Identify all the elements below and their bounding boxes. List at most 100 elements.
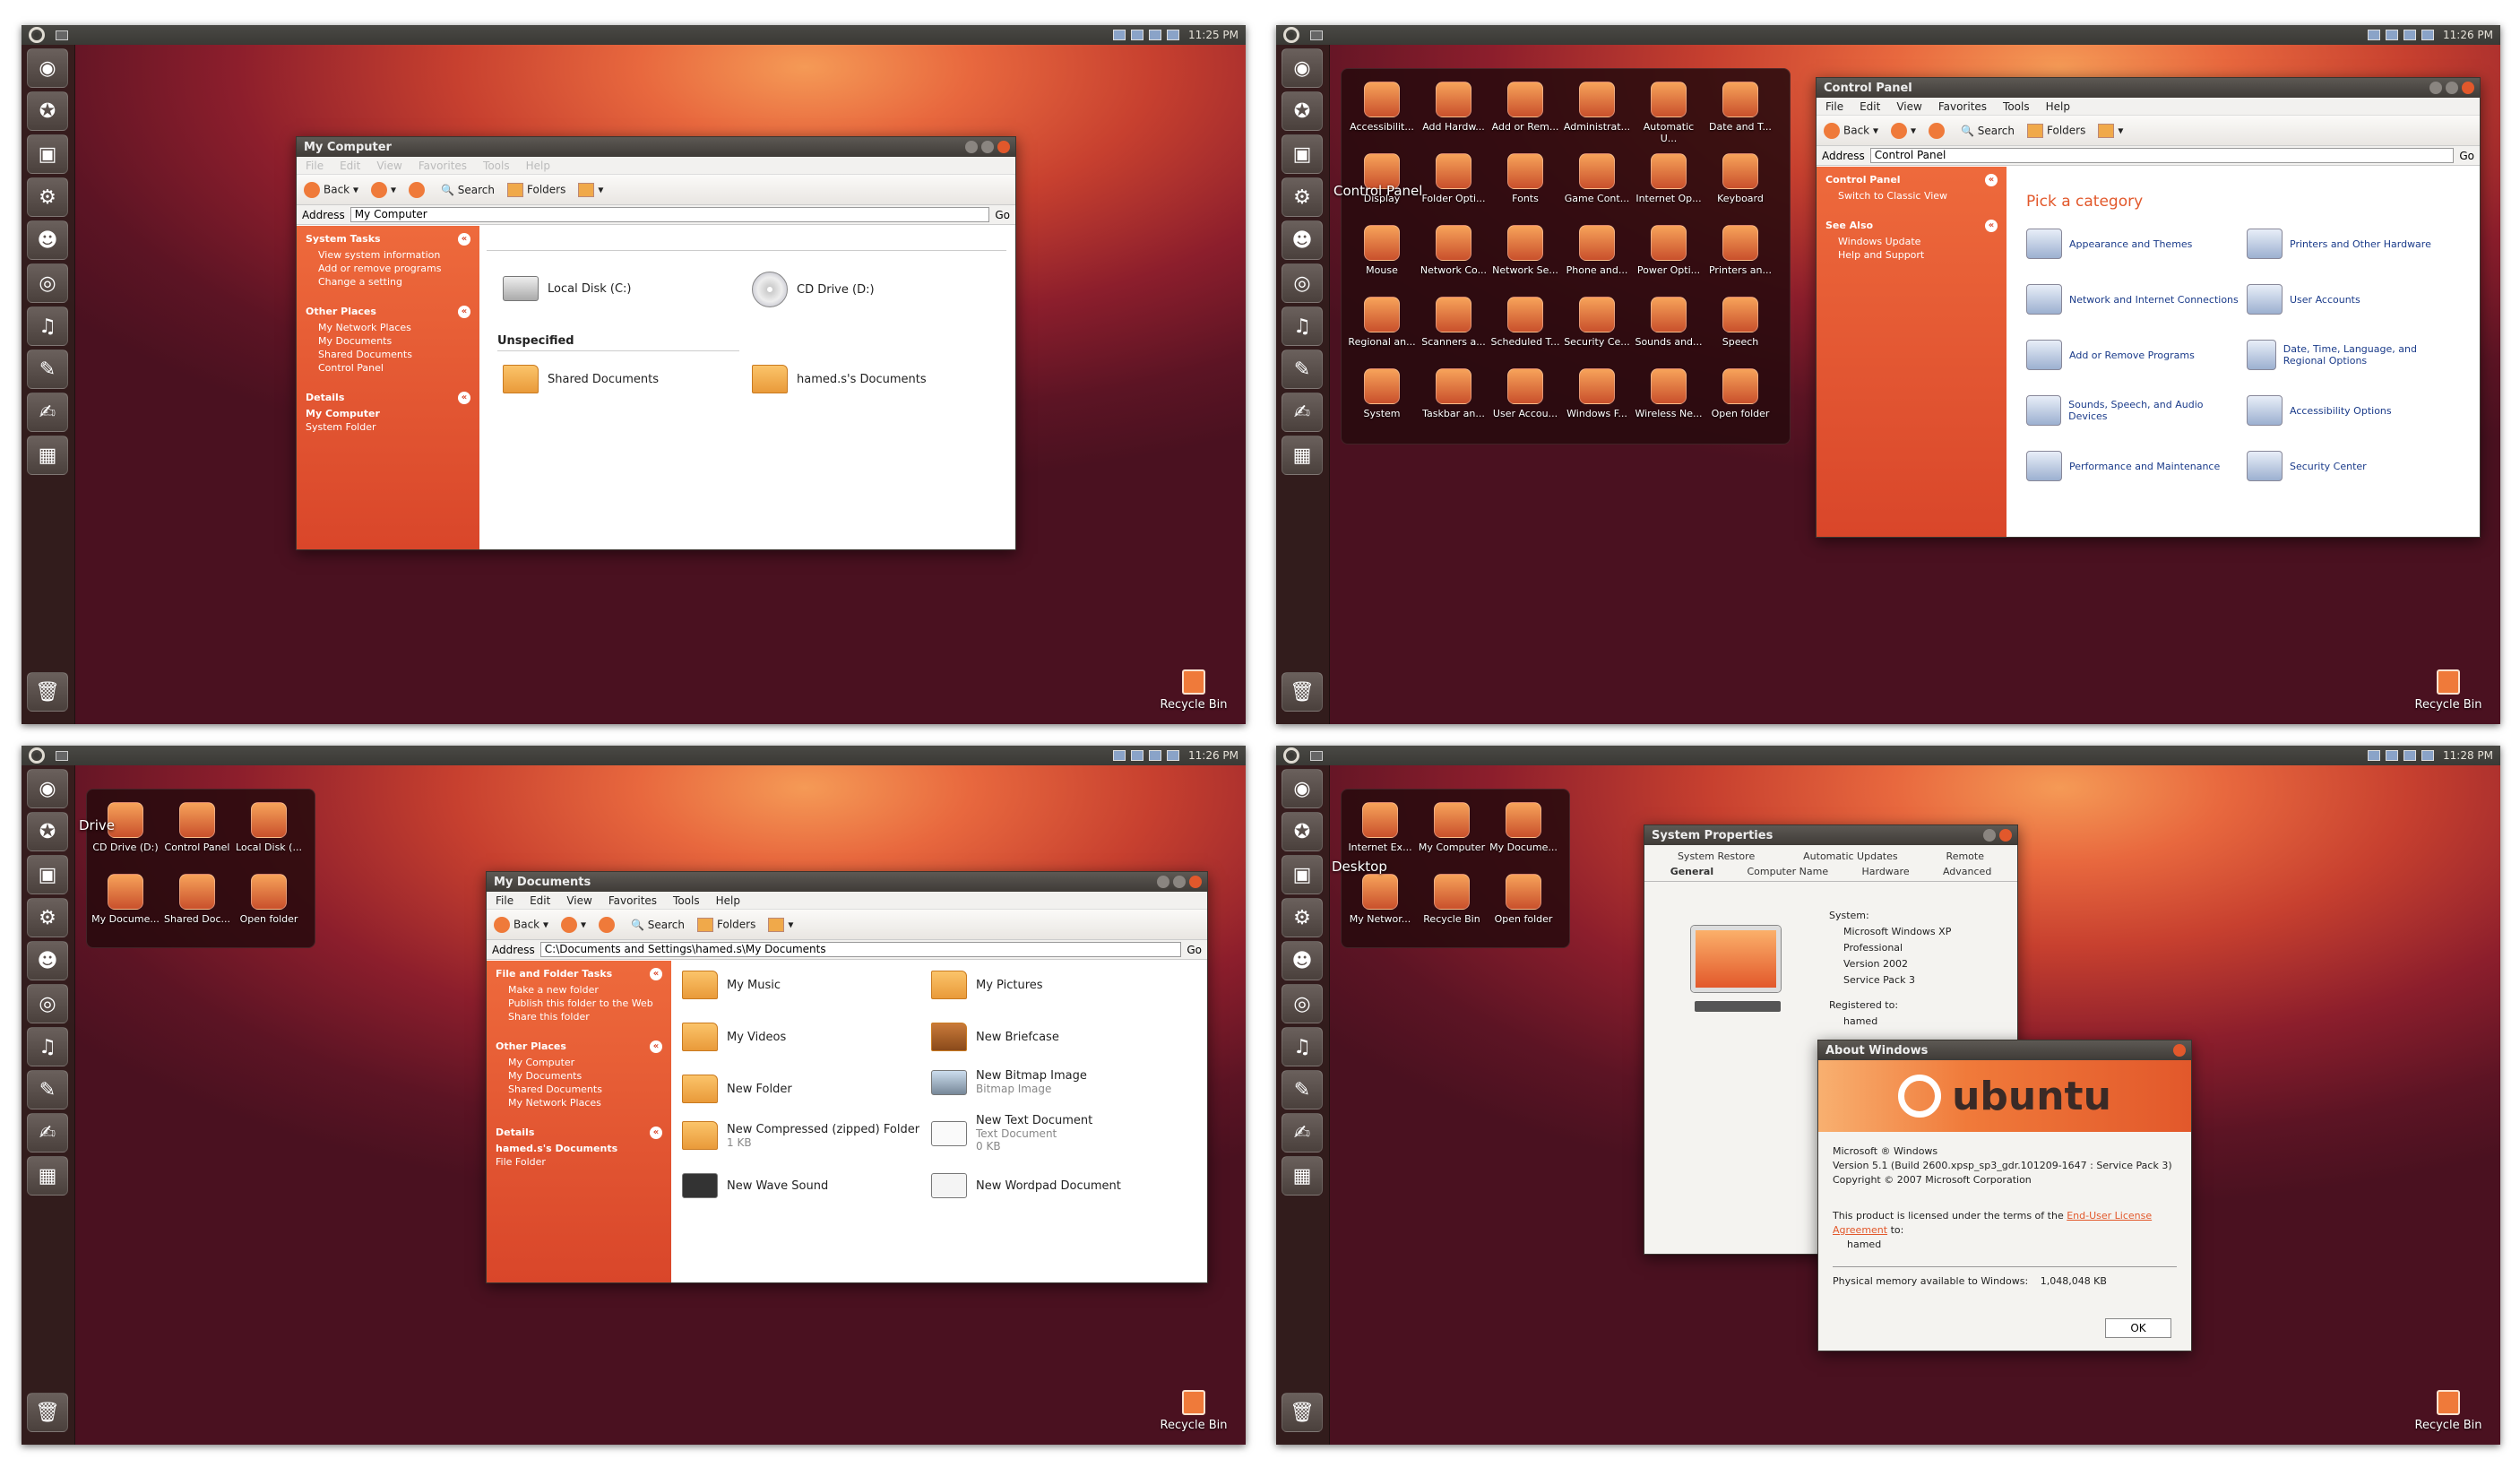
music-icon[interactable]: ♫: [1282, 306, 1323, 346]
maximize-button[interactable]: [2446, 82, 2458, 94]
bitmap-item[interactable]: New Bitmap Image Bitmap Image: [931, 1069, 1087, 1095]
stack-item[interactable]: Shared Doc...: [162, 874, 232, 925]
trash-icon[interactable]: 🗑: [1282, 672, 1323, 712]
calculator-icon[interactable]: ▦: [27, 1156, 68, 1196]
address-input[interactable]: C:\Documents and Settings\hamed.s\My Doc…: [539, 942, 1182, 957]
stack-item[interactable]: User Accou...: [1490, 368, 1560, 419]
stack-item[interactable]: Fonts: [1490, 153, 1560, 204]
search-button[interactable]: 🔍 Search: [441, 184, 495, 196]
stack-item[interactable]: Recycle Bin: [1417, 874, 1487, 925]
stack-item[interactable]: Taskbar an...: [1419, 368, 1489, 419]
my-pictures-item[interactable]: My Pictures: [931, 971, 1043, 999]
stack-item[interactable]: Phone and...: [1562, 225, 1632, 276]
settings-icon[interactable]: ⚙: [27, 177, 68, 217]
calculator-icon[interactable]: ▦: [1282, 436, 1323, 475]
menu-favorites[interactable]: Favorites: [1938, 100, 1987, 113]
make-new-folder-link[interactable]: Make a new folder: [508, 984, 662, 996]
stack-item[interactable]: Network Co...: [1419, 225, 1489, 276]
windows-update-link[interactable]: Windows Update: [1838, 236, 1998, 247]
menu-tools[interactable]: Tools: [673, 894, 700, 907]
local-disk-item[interactable]: Local Disk (C:): [503, 276, 631, 301]
stack-item[interactable]: Add or Rem...: [1490, 82, 1560, 133]
see-also-header[interactable]: See Also: [1825, 220, 1998, 232]
share-folder-link[interactable]: Share this folder: [508, 1011, 662, 1023]
ok-button[interactable]: OK: [2105, 1318, 2171, 1338]
menu-file[interactable]: File: [496, 894, 513, 907]
tab-system-restore[interactable]: System Restore: [1678, 850, 1755, 862]
menu-favorites[interactable]: Favorites: [608, 894, 657, 907]
stack-item[interactable]: Sounds and...: [1634, 297, 1704, 348]
up-button[interactable]: [599, 916, 618, 933]
settings-icon[interactable]: ⚙: [1282, 898, 1323, 937]
shared-documents-item[interactable]: Shared Documents: [503, 365, 659, 393]
title-bar[interactable]: Control Panel: [1817, 78, 2480, 98]
go-button[interactable]: Go: [2459, 150, 2474, 162]
terminal-icon[interactable]: ▣: [27, 855, 68, 894]
stack-item[interactable]: My Computer: [1417, 802, 1487, 853]
stack-item[interactable]: Open folder: [1705, 368, 1775, 419]
firefox-icon[interactable]: ◉: [27, 48, 68, 88]
ubuntu-logo-icon[interactable]: [29, 747, 45, 764]
up-button[interactable]: [409, 181, 428, 198]
category-link[interactable]: Security Center: [2247, 451, 2462, 481]
tab-general[interactable]: General: [1670, 866, 1713, 877]
stack-item[interactable]: Keyboard: [1705, 153, 1775, 204]
file-folder-tasks-header[interactable]: File and Folder Tasks: [496, 968, 662, 980]
menu-view[interactable]: View: [1896, 100, 1921, 113]
control-panel-link[interactable]: Control Panel: [318, 362, 470, 374]
my-videos-item[interactable]: My Videos: [682, 1023, 786, 1051]
paint-icon[interactable]: ✎: [1282, 1070, 1323, 1109]
chat-icon[interactable]: ◎: [27, 263, 68, 303]
paint-icon[interactable]: ✎: [27, 350, 68, 389]
category-link[interactable]: Appearance and Themes: [2026, 229, 2241, 259]
category-link[interactable]: Network and Internet Connections: [2026, 284, 2241, 315]
my-network-places-link[interactable]: My Network Places: [318, 322, 470, 333]
firefox-icon[interactable]: ◉: [27, 769, 68, 808]
maximize-button[interactable]: [981, 141, 994, 153]
wave-sound-item[interactable]: New Wave Sound: [682, 1173, 828, 1198]
notes-icon[interactable]: ✍: [1282, 1113, 1323, 1153]
notes-icon[interactable]: ✍: [27, 393, 68, 432]
views-button[interactable]: ▾: [578, 182, 603, 197]
stack-item[interactable]: Scheduled T...: [1490, 297, 1560, 348]
ubuntu-software-icon[interactable]: ✪: [1282, 812, 1323, 851]
menu-view[interactable]: View: [566, 894, 591, 907]
settings-icon[interactable]: ⚙: [27, 898, 68, 937]
stack-item[interactable]: Power Opti...: [1634, 225, 1704, 276]
views-button[interactable]: ▾: [2098, 123, 2123, 138]
my-music-item[interactable]: My Music: [682, 971, 781, 999]
stack-item[interactable]: Scanners a...: [1419, 297, 1489, 348]
menu-view[interactable]: View: [376, 160, 401, 172]
stack-item[interactable]: My Networ...: [1345, 874, 1415, 925]
notes-icon[interactable]: ✍: [27, 1113, 68, 1153]
system-tasks-header[interactable]: System Tasks: [306, 233, 470, 246]
minimize-button[interactable]: [2429, 82, 2442, 94]
briefcase-item[interactable]: New Briefcase: [931, 1023, 1059, 1051]
firefox-icon[interactable]: ◉: [1282, 48, 1323, 88]
menu-file[interactable]: File: [1825, 100, 1843, 113]
category-link[interactable]: Printers and Other Hardware: [2247, 229, 2462, 259]
back-button[interactable]: Back ▾: [494, 916, 548, 933]
help-button[interactable]: [1983, 829, 1996, 842]
switch-classic-view-link[interactable]: Switch to Classic View: [1838, 190, 1998, 202]
ubuntu-logo-icon[interactable]: [1283, 27, 1299, 43]
system-tray[interactable]: [2368, 750, 2434, 761]
forward-button[interactable]: ▾: [560, 916, 586, 933]
category-link[interactable]: Performance and Maintenance: [2026, 451, 2241, 481]
stack-item[interactable]: Accessibilit...: [1347, 82, 1417, 133]
other-places-header[interactable]: Other Places: [496, 1040, 662, 1053]
chat-icon[interactable]: ◎: [1282, 263, 1323, 303]
stack-item[interactable]: Local Disk (...: [234, 802, 304, 853]
clock[interactable]: 11:26 PM: [1188, 749, 1238, 762]
stack-item[interactable]: My Docume...: [1489, 802, 1558, 853]
menu-help[interactable]: Help: [526, 160, 550, 172]
up-button[interactable]: [1929, 122, 1948, 139]
music-icon[interactable]: ♫: [27, 1027, 68, 1066]
trash-icon[interactable]: 🗑: [27, 672, 68, 712]
firefox-icon[interactable]: ◉: [1282, 769, 1323, 808]
wordpad-doc-item[interactable]: New Wordpad Document: [931, 1173, 1121, 1198]
my-computer-link[interactable]: My Computer: [508, 1057, 662, 1068]
maximize-button[interactable]: [1173, 876, 1186, 888]
menu-favorites[interactable]: Favorites: [419, 160, 467, 172]
music-icon[interactable]: ♫: [27, 306, 68, 346]
